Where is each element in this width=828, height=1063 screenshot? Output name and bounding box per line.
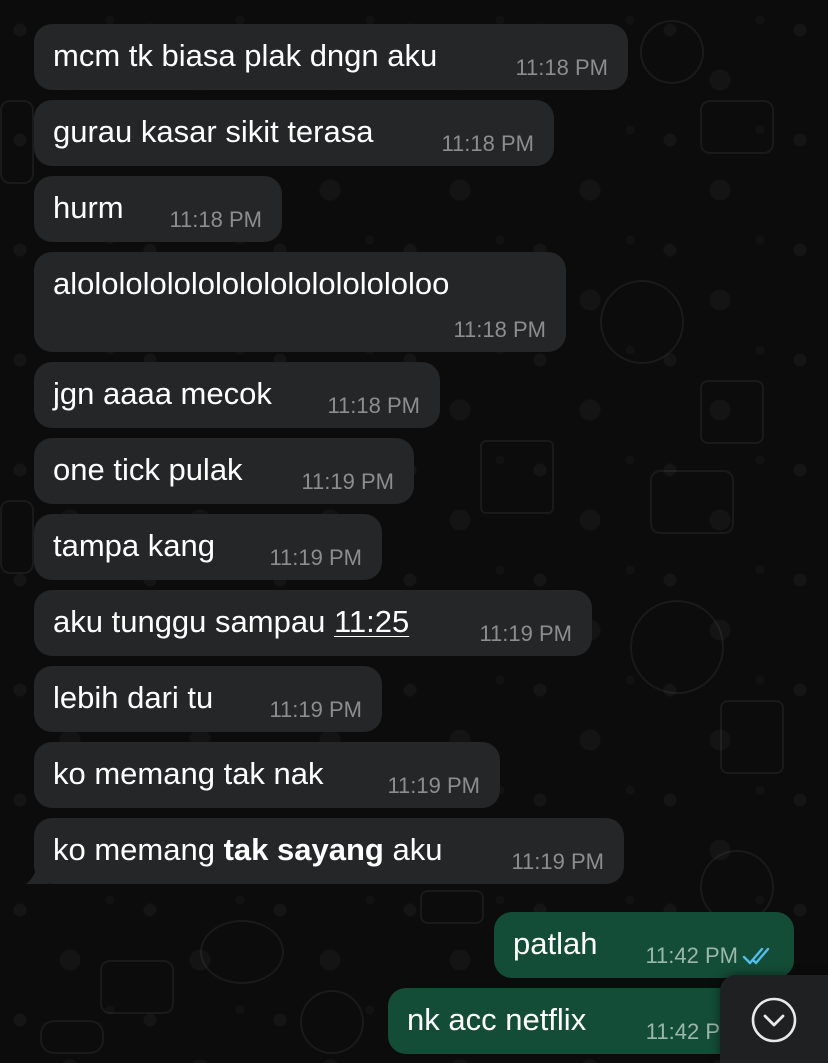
message-time: 11:19 PM [479, 621, 572, 646]
message-text-bold: tak sayang [223, 832, 384, 867]
message-text: jgn aaaa mecok [53, 376, 272, 411]
message-text-part: ko memang [53, 832, 224, 867]
incoming-message[interactable]: aku tunggu sampau 11:25 11:19 PM [34, 590, 592, 656]
message-text: lebih dari tu [53, 680, 214, 715]
message-text: ko memang tak sayang aku [53, 832, 442, 868]
message-time: 11:18 PM [327, 393, 420, 418]
message-time: 11:18 PM [169, 207, 262, 232]
wallpaper-doodle [480, 440, 554, 514]
incoming-message[interactable]: tampa kang 11:19 PM [34, 514, 382, 580]
incoming-message[interactable]: jgn aaaa mecok 11:18 PM [34, 362, 440, 428]
chat-window[interactable]: mcm tk biasa plak dngn aku 11:18 PM gura… [0, 0, 828, 1063]
message-text: alololololololololololololololoo [53, 266, 450, 301]
wallpaper-doodle [0, 500, 34, 574]
incoming-message[interactable]: ko memang tak sayang aku 11:19 PM [34, 818, 624, 884]
wallpaper-doodle [630, 600, 724, 694]
message-text: aku tunggu sampau 11:25 [53, 604, 409, 640]
message-time: 11:42 P [645, 1019, 720, 1044]
message-text: hurm [53, 190, 124, 225]
message-text: gurau kasar sikit terasa [53, 114, 374, 149]
wallpaper-doodle [100, 960, 174, 1014]
message-time: 11:18 PM [453, 317, 546, 342]
incoming-message[interactable]: lebih dari tu 11:19 PM [34, 666, 382, 732]
message-time: 11:19 PM [387, 773, 480, 798]
message-text: nk acc netflix [407, 1002, 587, 1037]
incoming-message[interactable]: ko memang tak nak 11:19 PM [34, 742, 500, 808]
wallpaper-doodle [200, 920, 284, 984]
outgoing-message[interactable]: patlah 11:42 PM [494, 912, 794, 978]
double-check-icon [742, 947, 770, 965]
incoming-message[interactable]: alololololololololololololololoo 11:18 P… [34, 252, 566, 352]
wallpaper-doodle [0, 100, 34, 184]
incoming-message[interactable]: mcm tk biasa plak dngn aku 11:18 PM [34, 24, 628, 90]
wallpaper-doodle [720, 700, 784, 774]
message-time: 11:19 PM [511, 849, 604, 874]
wallpaper-doodle [700, 100, 774, 154]
message-time: 11:18 PM [515, 55, 608, 80]
message-time: 11:19 PM [269, 545, 362, 570]
wallpaper-doodle [300, 990, 364, 1054]
message-text-part: aku [383, 832, 443, 867]
message-time: 11:18 PM [441, 131, 534, 156]
wallpaper-doodle [420, 890, 484, 924]
incoming-message[interactable]: gurau kasar sikit terasa 11:18 PM [34, 100, 554, 166]
bubble-tail [26, 862, 48, 884]
wallpaper-doodle [640, 20, 704, 84]
message-time: 11:19 PM [269, 697, 362, 722]
message-time: 11:42 PM [645, 943, 738, 968]
scroll-to-bottom-button[interactable] [720, 975, 828, 1063]
message-text: patlah [513, 926, 598, 961]
message-text: mcm tk biasa plak dngn aku [53, 38, 438, 73]
message-text: tampa kang [53, 528, 215, 563]
incoming-message[interactable]: one tick pulak 11:19 PM [34, 438, 414, 504]
message-text-part: aku tunggu sampau [53, 604, 334, 639]
message-text: ko memang tak nak [53, 756, 324, 791]
message-text: one tick pulak [53, 452, 243, 487]
time-link[interactable]: 11:25 [334, 604, 409, 639]
wallpaper-doodle [40, 1020, 104, 1054]
wallpaper-doodle [650, 470, 734, 534]
wallpaper-doodle [600, 280, 684, 364]
message-time: 11:19 PM [301, 469, 394, 494]
incoming-message[interactable]: hurm 11:18 PM [34, 176, 282, 242]
chevron-down-icon [751, 997, 797, 1043]
wallpaper-doodle [700, 380, 764, 444]
